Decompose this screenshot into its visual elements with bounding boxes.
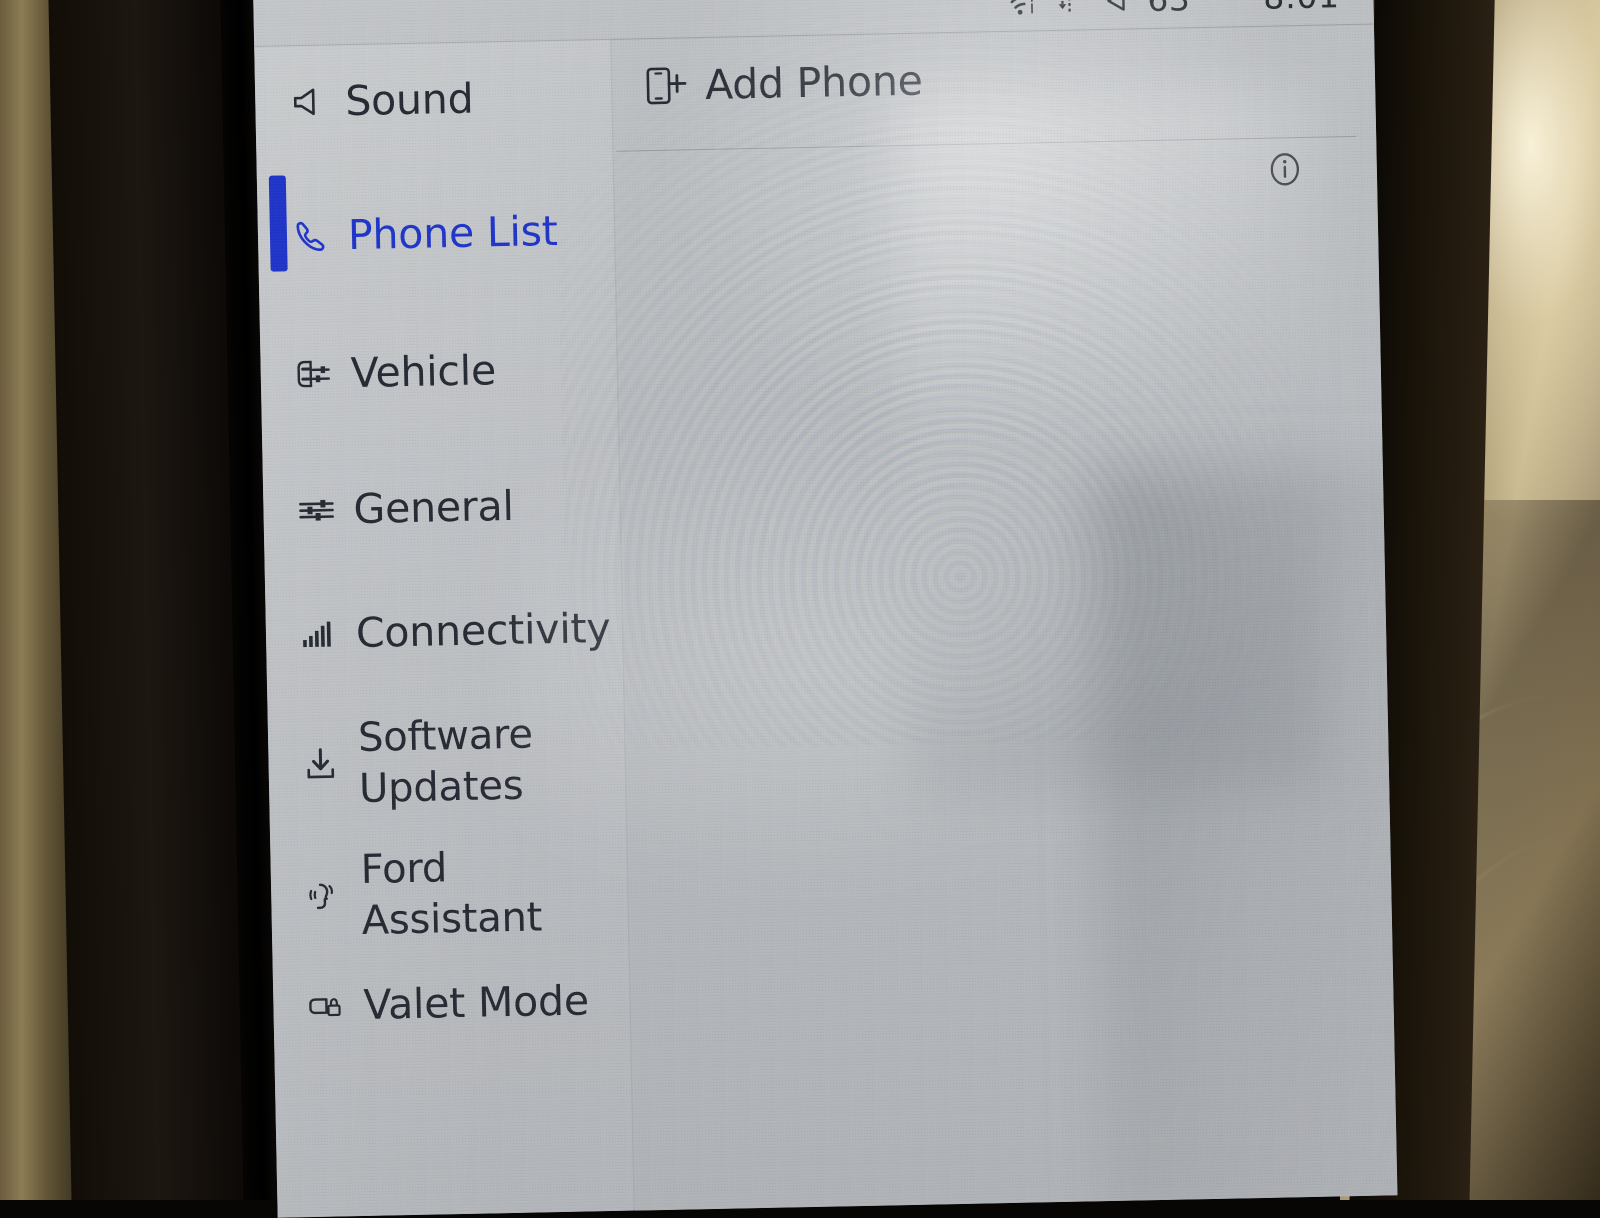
add-phone-button[interactable]: Add Phone — [643, 56, 924, 111]
voice-assistant-icon — [301, 873, 348, 920]
vehicle-settings-icon — [290, 350, 337, 397]
sidebar-item-connectivity[interactable]: Connectivity — [265, 595, 623, 668]
sidebar-item-vehicle[interactable]: Vehicle — [260, 335, 618, 408]
sidebar-item-general[interactable]: General — [263, 471, 621, 544]
sidebar-item-phone-list[interactable]: Phone List — [257, 197, 615, 270]
signal-bars-icon — [296, 610, 343, 657]
sidebar-item-label: Valet Mode — [362, 976, 590, 1029]
signal-icon — [1103, 0, 1130, 15]
data-transfer-icon — [1055, 0, 1090, 16]
sidebar-item-label: Ford Assistant — [360, 845, 543, 945]
sidebar-item-label: General — [352, 481, 515, 534]
outside-temperature: 63° — [1147, 0, 1208, 19]
settings-sidebar: Sound Phone List Vehicle General Connect… — [254, 38, 635, 1218]
phone-add-icon — [643, 61, 688, 110]
wifi-icon: i — [1005, 0, 1042, 17]
sidebar-item-label: Sound — [344, 74, 474, 126]
download-icon — [298, 741, 345, 788]
phone-list-panel: Add Phone — [612, 24, 1397, 1211]
sidebar-item-label: Connectivity — [355, 603, 611, 658]
sidebar-item-label: Software Updates — [357, 711, 534, 813]
content-divider — [616, 135, 1357, 152]
phone-list-empty-area — [615, 163, 1398, 1208]
status-icons: i — [1005, 0, 1130, 17]
sidebar-item-label: Vehicle — [350, 346, 497, 398]
sidebar-item-ford-assistant[interactable]: Ford Assistant — [270, 835, 629, 954]
clock: 8:01 — [1263, 0, 1340, 16]
infotainment-screen: i 63° 8:01 — [253, 0, 1398, 1218]
phone-handset-icon — [288, 212, 335, 259]
sidebar-item-software-updates[interactable]: Software Updates — [267, 703, 626, 822]
sidebar-item-valet-mode[interactable]: Valet Mode — [273, 967, 631, 1040]
car-lock-icon — [303, 982, 350, 1029]
sync-settings-ui: i 63° 8:01 — [253, 0, 1397, 1218]
sidebar-item-label: Phone List — [347, 206, 559, 260]
sidebar-item-sound[interactable]: Sound — [255, 63, 613, 136]
sliders-icon — [293, 486, 340, 533]
add-phone-label: Add Phone — [704, 56, 924, 109]
speaker-icon — [285, 78, 332, 125]
svg-text:i: i — [1029, 0, 1034, 17]
